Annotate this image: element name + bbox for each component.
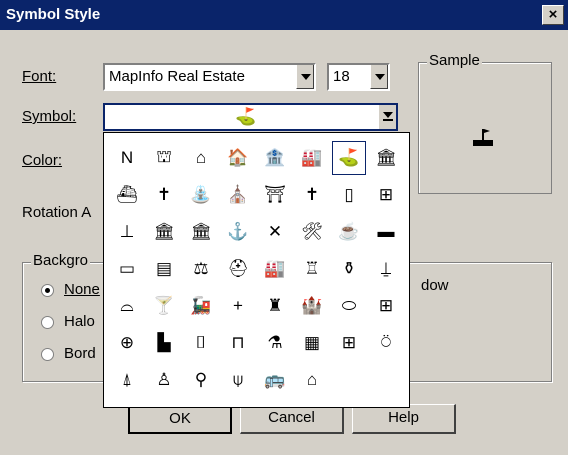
- symbol-cell-icon[interactable]: 🏭: [258, 252, 292, 286]
- symbol-cell-icon[interactable]: ✕: [258, 215, 292, 249]
- symbol-cell-icon[interactable]: ⛴: [110, 178, 144, 212]
- symbol-cell-icon[interactable]: ⌂: [184, 141, 218, 175]
- dialog-title: Symbol Style: [6, 6, 101, 23]
- symbol-cell-icon[interactable]: 🏭: [295, 141, 329, 175]
- cancel-button[interactable]: Cancel: [240, 404, 344, 434]
- radio-border[interactable]: [41, 348, 54, 361]
- symbol-cell-icon[interactable]: ♜: [258, 289, 292, 323]
- symbol-cell-icon[interactable]: ⛲: [184, 178, 218, 212]
- radio-none[interactable]: [41, 284, 54, 297]
- symbol-cell-icon[interactable]: ⊞: [332, 326, 366, 360]
- symbol-cell-icon[interactable]: ⚓: [221, 215, 255, 249]
- symbol-cell-icon[interactable]: 🚂: [184, 289, 218, 323]
- selected-symbol-icon: ⛳: [235, 107, 257, 126]
- symbol-cell-icon[interactable]: ♙: [147, 363, 181, 397]
- radio-none-label: None: [64, 281, 100, 298]
- symbol-cell-icon[interactable]: ⊕: [110, 326, 144, 360]
- symbol-picker-popup[interactable]: N ⛫ ⌂ 🏠 🏦 🏭 ⛳ 🏛 ⛴ ✝ ⛲ ⛪ ⛩ ✝ ▯ ⊞ ⊥ 🏛 🏛 ⚓ ✕ 🛠 ☕ ▬ ▭ ▤ ⚖ ⛑ 🏭 ♖ ⚱ ⍊ ⌓ 🍸 🚂 + ♜ 🏰 ⬭ ⊞…: [103, 132, 410, 408]
- background-label: Backgro: [31, 252, 91, 269]
- radio-halo-label: Halo: [64, 313, 95, 330]
- symbol-cell-icon[interactable]: ⛫: [147, 141, 181, 175]
- symbol-cell-icon[interactable]: ⛩: [258, 178, 292, 212]
- ok-button[interactable]: OK: [128, 404, 232, 434]
- symbol-cell-icon[interactable]: ⛪: [221, 178, 255, 212]
- symbol-cell-icon[interactable]: ✝: [147, 178, 181, 212]
- symbol-cell-icon[interactable]: ✝: [295, 178, 329, 212]
- symbol-cell-icon[interactable]: ▭: [110, 252, 144, 286]
- sample-group: Sample: [418, 52, 552, 194]
- font-label: Font:: [22, 68, 56, 85]
- symbol-cell-icon[interactable]: ⚖: [184, 252, 218, 286]
- help-button[interactable]: Help: [352, 404, 456, 434]
- title-bar: Symbol Style ×: [0, 0, 568, 30]
- symbol-style-dialog: Symbol Style × Font: MapInfo Real Estate…: [0, 0, 568, 455]
- rotation-label: Rotation A: [22, 204, 92, 221]
- symbol-cell-icon[interactable]: ⚲: [184, 363, 218, 397]
- symbol-cell-icon[interactable]: ⊓: [221, 326, 255, 360]
- symbol-cell-icon[interactable]: 🛠: [295, 215, 329, 249]
- color-label: Color:: [22, 152, 62, 169]
- radio-halo[interactable]: [41, 316, 54, 329]
- symbol-label-text: Symbol:: [22, 108, 77, 125]
- symbol-label: Symbol:: [22, 108, 76, 125]
- symbol-cell-icon[interactable]: ⌂: [295, 363, 329, 397]
- symbol-dropdown-arrow-icon[interactable]: [378, 105, 396, 129]
- symbol-cell-icon[interactable]: +: [221, 289, 255, 323]
- color-label-text: Color:: [22, 152, 63, 169]
- symbol-cell-icon[interactable]: ⍋: [110, 363, 144, 397]
- symbol-cell-icon[interactable]: ▤: [147, 252, 181, 286]
- symbol-select[interactable]: ⛳: [103, 103, 398, 131]
- font-select[interactable]: MapInfo Real Estate: [103, 63, 316, 91]
- symbol-cell-icon[interactable]: ⬭: [332, 289, 366, 323]
- size-select[interactable]: 18: [327, 63, 390, 91]
- symbol-cell-icon[interactable]: ⊞: [369, 178, 403, 212]
- font-dropdown-arrow-icon[interactable]: [296, 65, 314, 89]
- radio-border-label: Bord: [64, 345, 96, 362]
- sample-symbol-icon: [471, 125, 495, 149]
- symbol-cell-icon[interactable]: 🏛: [147, 215, 181, 249]
- symbol-cell-icon[interactable]: ⛳: [332, 141, 366, 175]
- symbol-cell-icon[interactable]: ⌷: [184, 326, 218, 360]
- size-select-value: 18: [333, 68, 350, 85]
- symbol-cell-icon[interactable]: ▦: [295, 326, 329, 360]
- symbol-cell-icon[interactable]: ▬: [369, 215, 403, 249]
- symbol-cell-icon[interactable]: ⛑: [221, 252, 255, 286]
- symbol-cell-icon[interactable]: ⚱: [332, 252, 366, 286]
- symbol-cell-icon[interactable]: 🏦: [258, 141, 292, 175]
- symbol-cell-icon[interactable]: ♖: [295, 252, 329, 286]
- symbol-cell-icon[interactable]: 🚌: [258, 363, 292, 397]
- symbol-cell-icon[interactable]: 🏠: [221, 141, 255, 175]
- symbol-cell-icon[interactable]: 🏛: [184, 215, 218, 249]
- shadow-label: dow: [421, 277, 449, 294]
- symbol-cell-icon[interactable]: N: [110, 141, 144, 175]
- symbol-cell-icon[interactable]: 🏰: [295, 289, 329, 323]
- size-dropdown-arrow-icon[interactable]: [370, 65, 388, 89]
- symbol-cell-icon[interactable]: 🏛: [369, 141, 403, 175]
- close-button[interactable]: ×: [542, 5, 564, 25]
- symbol-cell-icon[interactable]: ⌓: [110, 289, 144, 323]
- font-label-text: Font:: [22, 68, 57, 85]
- symbol-cell-icon[interactable]: ⍊: [369, 252, 403, 286]
- symbol-cell-icon[interactable]: ⍥: [369, 326, 403, 360]
- symbol-cell-icon[interactable]: 🍸: [147, 289, 181, 323]
- symbol-cell-icon[interactable]: ▯: [332, 178, 366, 212]
- symbol-cell-icon[interactable]: ▙: [147, 326, 181, 360]
- symbol-cell-icon[interactable]: ⊥: [110, 215, 144, 249]
- symbol-cell-icon[interactable]: ⚗: [258, 326, 292, 360]
- font-select-value: MapInfo Real Estate: [109, 68, 245, 85]
- sample-label: Sample: [427, 52, 482, 69]
- symbol-cell-icon[interactable]: ⍦: [221, 363, 255, 397]
- symbol-cell-icon[interactable]: ☕: [332, 215, 366, 249]
- symbol-cell-icon[interactable]: ⊞: [369, 289, 403, 323]
